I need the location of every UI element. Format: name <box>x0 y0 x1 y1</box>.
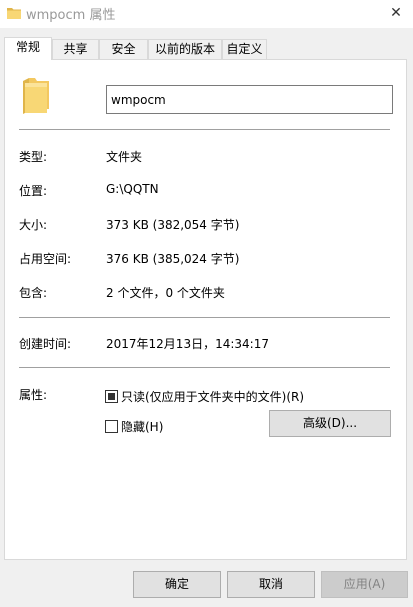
hidden-checkbox[interactable] <box>105 420 118 433</box>
general-tab-panel: 类型: 文件夹 位置: G:\QQTN 大小: 373 KB (382,054 … <box>4 59 407 560</box>
title-bar: wmpocm 属性 ✕ <box>0 0 413 28</box>
readonly-checkbox-row[interactable]: 只读(仅应用于文件夹中的文件)(R) <box>105 388 304 404</box>
location-value: G:\QQTN <box>106 182 159 196</box>
advanced-button[interactable]: 高级(D)... <box>269 410 391 437</box>
readonly-checkbox[interactable] <box>105 390 118 403</box>
location-label: 位置: <box>19 184 48 198</box>
size-value: 373 KB (382,054 字节) <box>106 218 240 232</box>
folder-icon <box>7 8 21 19</box>
window-title: wmpocm 属性 <box>26 8 116 23</box>
created-value: 2017年12月13日，14:34:17 <box>106 337 269 351</box>
tab-security[interactable]: 安全 <box>99 39 148 59</box>
close-icon: ✕ <box>390 5 402 21</box>
contains-label: 包含: <box>19 286 48 300</box>
tab-customize[interactable]: 自定义 <box>222 39 267 59</box>
attributes-label: 属性: <box>19 388 48 402</box>
readonly-label: 只读(仅应用于文件夹中的文件)(R) <box>121 390 305 404</box>
apply-button: 应用(A) <box>321 571 408 598</box>
contains-value: 2 个文件，0 个文件夹 <box>106 286 225 300</box>
folder-name-input[interactable] <box>106 85 393 114</box>
size-on-disk-label: 占用空间: <box>19 252 72 266</box>
size-label: 大小: <box>19 218 48 232</box>
type-label: 类型: <box>19 150 48 164</box>
tab-strip: 常规 共享 安全 以前的版本 自定义 <box>4 37 404 60</box>
folder-icon-large <box>23 78 49 114</box>
type-value: 文件夹 <box>106 150 143 164</box>
dialog-client: 常规 共享 安全 以前的版本 自定义 类型: 文件夹 位置: G:\QQTN 大… <box>0 28 413 607</box>
separator <box>19 317 390 318</box>
separator <box>19 367 390 368</box>
size-on-disk-value: 376 KB (385,024 字节) <box>106 252 240 266</box>
tab-previous-versions[interactable]: 以前的版本 <box>148 39 222 59</box>
ok-button[interactable]: 确定 <box>133 571 221 598</box>
hidden-checkbox-row[interactable]: 隐藏(H) <box>105 418 163 434</box>
tab-sharing[interactable]: 共享 <box>52 39 99 59</box>
separator <box>19 129 390 130</box>
created-label: 创建时间: <box>19 337 72 351</box>
cancel-button[interactable]: 取消 <box>227 571 315 598</box>
hidden-label: 隐藏(H) <box>121 420 164 434</box>
tab-general[interactable]: 常规 <box>4 37 52 60</box>
close-button[interactable]: ✕ <box>379 0 413 28</box>
